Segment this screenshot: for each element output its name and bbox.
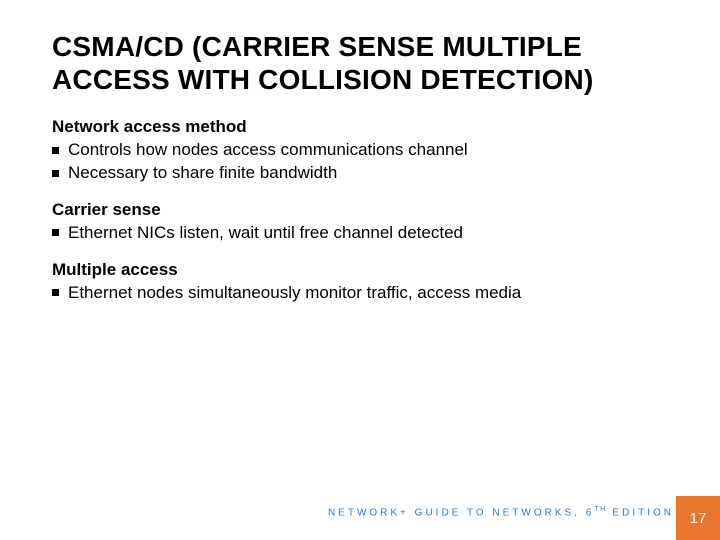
section-heading: Network access method	[52, 116, 680, 139]
section-carrier-sense: Carrier sense Ethernet NICs listen, wait…	[52, 199, 680, 245]
footer-sup: TH	[594, 506, 606, 513]
title-line-2: ACCESS WITH COLLISION DETECTION)	[52, 64, 594, 95]
title-line-1: CSMA/CD (CARRIER SENSE MULTIPLE	[52, 31, 582, 62]
page-number: 17	[690, 510, 707, 527]
slide: CSMA/CD (CARRIER SENSE MULTIPLE ACCESS W…	[0, 0, 720, 540]
bullet-item: Controls how nodes access communications…	[52, 139, 680, 162]
bullet-item: Necessary to share finite bandwidth	[52, 162, 680, 185]
section-multiple-access: Multiple access Ethernet nodes simultane…	[52, 259, 680, 305]
page-number-badge: 17	[676, 496, 720, 540]
section-heading: Multiple access	[52, 259, 680, 282]
footer-post: EDITION	[607, 507, 674, 518]
section-network-access: Network access method Controls how nodes…	[52, 116, 680, 185]
bullet-item: Ethernet NICs listen, wait until free ch…	[52, 222, 680, 245]
bullet-item: Ethernet nodes simultaneously monitor tr…	[52, 282, 680, 305]
footer-text: NETWORK+ GUIDE TO NETWORKS, 6TH EDITION	[328, 506, 674, 518]
slide-title: CSMA/CD (CARRIER SENSE MULTIPLE ACCESS W…	[52, 30, 680, 96]
footer-pre: NETWORK+ GUIDE TO NETWORKS, 6	[328, 507, 594, 518]
section-heading: Carrier sense	[52, 199, 680, 222]
